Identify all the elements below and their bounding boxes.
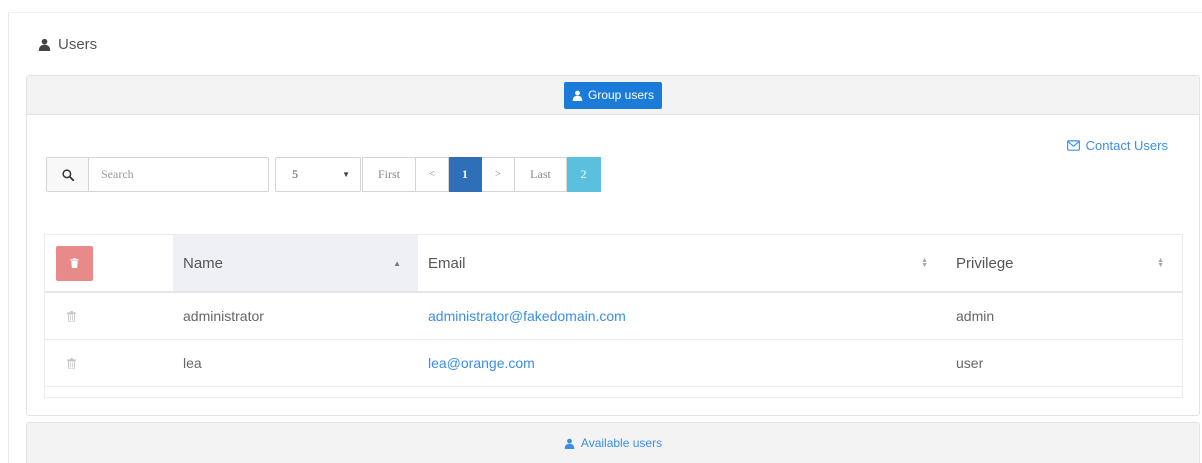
group-users-badge: Group users	[563, 81, 663, 109]
cell-email-link[interactable]: lea@orange.com	[418, 340, 946, 386]
users-section-heading: Users	[38, 36, 97, 53]
users-table: Name ▲ Email ▲ ▼ Privilege ▲ ▼ administrat…	[44, 234, 1183, 398]
user-icon	[564, 438, 575, 449]
pager-last-button[interactable]: Last	[515, 157, 567, 192]
column-header-privilege[interactable]: Privilege ▲ ▼	[946, 235, 1182, 291]
sort-asc-icon: ▲	[393, 258, 401, 268]
sort-icon: ▲ ▼	[921, 257, 928, 269]
user-icon	[572, 90, 583, 101]
search-icon	[61, 168, 74, 181]
trash-icon	[67, 357, 76, 369]
pager-next-button[interactable]: >	[482, 157, 515, 192]
search-input[interactable]	[89, 158, 268, 191]
cell-email-link[interactable]: administrator@fakedomain.com	[418, 293, 946, 339]
cell-privilege: user	[956, 355, 984, 371]
pager-total-pages: 2	[567, 157, 601, 192]
caret-down-icon: ▼	[342, 170, 350, 179]
pager-first-button[interactable]: First	[362, 157, 416, 192]
cell-name: administrator	[183, 308, 264, 324]
column-header-name-label: Name	[183, 254, 224, 272]
pager-prev-button[interactable]: <	[416, 157, 449, 192]
table-row: lea lea@orange.com user	[45, 340, 1182, 387]
contact-users-link[interactable]: Contact Users	[1066, 138, 1168, 153]
pagination: First < 1 > Last 2	[362, 157, 601, 192]
cell-privilege: admin	[956, 308, 995, 324]
trash-icon	[67, 310, 76, 322]
table-header: Name ▲ Email ▲ ▼ Privilege ▲ ▼	[45, 235, 1182, 293]
users-section-title: Users	[58, 36, 98, 53]
delete-selected-button[interactable]	[56, 245, 93, 281]
column-header-privilege-label: Privilege	[956, 254, 1014, 272]
user-icon	[38, 38, 51, 51]
available-users-panel-header[interactable]: Available users	[26, 422, 1200, 463]
column-header-email-label: Email	[428, 254, 466, 272]
header-delete-cell	[45, 235, 173, 291]
pager-current-page[interactable]: 1	[449, 157, 482, 192]
envelope-icon	[1066, 140, 1080, 151]
contact-users-label: Contact Users	[1085, 138, 1168, 153]
sort-icon: ▲ ▼	[1157, 257, 1164, 269]
search-group	[46, 157, 269, 192]
cell-name: lea	[183, 355, 202, 371]
column-header-name[interactable]: Name ▲	[173, 235, 418, 291]
column-header-email[interactable]: Email ▲ ▼	[418, 235, 946, 291]
row-delete-button[interactable]	[45, 340, 173, 386]
page-size-select[interactable]: 5 ▼	[275, 157, 361, 192]
group-users-panel: Group users Contact Users 5 ▼ First < 1 …	[26, 75, 1200, 416]
table-row: administrator administrator@fakedomain.c…	[45, 293, 1182, 340]
trash-icon	[70, 258, 79, 268]
page-size-value: 5	[292, 167, 298, 181]
search-button[interactable]	[47, 158, 89, 191]
group-users-panel-header: Group users	[27, 76, 1199, 115]
group-users-label: Group users	[587, 88, 655, 102]
available-users-label: Available users	[580, 436, 663, 450]
row-delete-button[interactable]	[45, 293, 173, 339]
